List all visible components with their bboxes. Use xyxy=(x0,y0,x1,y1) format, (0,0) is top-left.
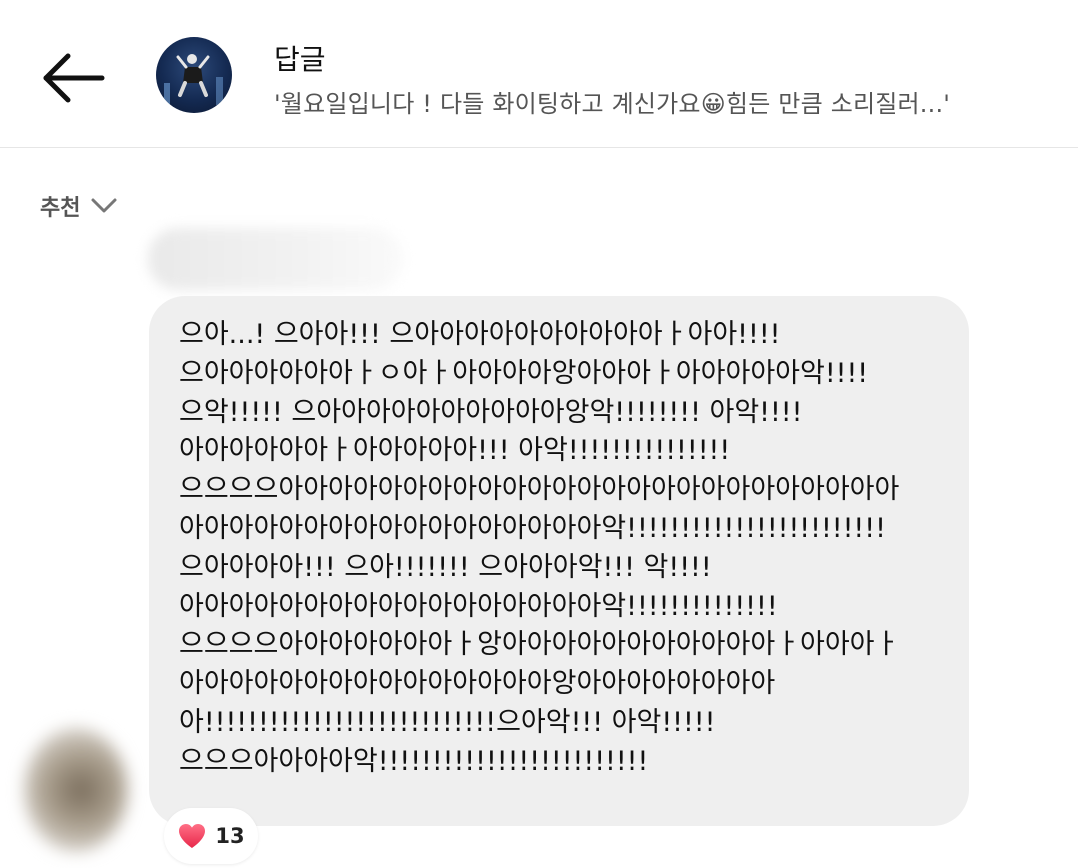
back-button[interactable] xyxy=(38,48,108,108)
comment-line: 으아...! 으아아!!! 으아아아아아아아아아아ㅏ아아!!!! xyxy=(179,319,781,350)
arrow-left-icon xyxy=(43,53,105,103)
top-bar: 답글 '월요일입니다 ! 다들 화이팅하고 계신가요😀힘든 만큼 소리질러...… xyxy=(0,0,1078,148)
chevron-down-icon xyxy=(91,198,117,213)
blurred-commenter-avatar[interactable] xyxy=(24,728,128,852)
comment-line: 으아아아아아아ㅏㅇ아ㅏ아아아아앙아아아ㅏ아아아아아악!!!! xyxy=(179,357,869,389)
comment-line: 으아아아아!!! 으아!!!!!!! 으아아아악!!! 악!!!! xyxy=(179,551,712,583)
sort-label: 추천 xyxy=(40,196,81,221)
comment-line: 으으으으아아아아아아아ㅏ앙아아아아아아아아아아아ㅏ아아아ㅏ xyxy=(179,629,900,661)
author-avatar[interactable] xyxy=(156,37,232,113)
comment-line: 아아아아아아아아아아아아아아아아아악!!!!!!!!!!!!!! xyxy=(179,590,778,622)
comment-line: 으으으으아아아아아아아아아아아아아아아아아아아아아아아아아 xyxy=(179,474,900,506)
original-post-preview[interactable]: '월요일입니다 ! 다들 화이팅하고 계신가요😀힘든 만큼 소리질러...' xyxy=(274,84,1064,119)
sort-dropdown[interactable]: 추천 xyxy=(40,190,118,222)
comment-bubble[interactable]: 으아...! 으아아!!! 으아아아아아아아아아아ㅏ아아!!!! 으아아아아아아… xyxy=(149,296,969,826)
page-title: 답글 xyxy=(274,43,326,76)
comment-line: 아!!!!!!!!!!!!!!!!!!!!!!!!!!!으아악!!! 아악!!!… xyxy=(179,706,716,738)
comment-line: 아아아아아아아아아아아아아아아아아악!!!!!!!!!!!!!!!!!!!!!!… xyxy=(179,512,886,544)
comment-line: 아아아아아아ㅏ아아아아아!!! 아악!!!!!!!!!!!!!!! xyxy=(179,435,731,467)
blurred-commenter-name xyxy=(148,228,403,290)
like-count: 13 xyxy=(215,824,245,848)
avatar-figure-icon xyxy=(164,54,223,105)
like-reaction-button[interactable]: 13 xyxy=(164,808,258,864)
heart-icon xyxy=(179,824,206,848)
comment-line: 으으으아아아아악!!!!!!!!!!!!!!!!!!!!!!!!! xyxy=(179,745,649,777)
comment-line: 으악!!!!! 으아아아아아아아아아아앙악!!!!!!!! 아악!!!! xyxy=(179,396,803,428)
comment-line: 아아아아아아아아아아아아아아아앙아아아아아아아아 xyxy=(179,668,776,700)
